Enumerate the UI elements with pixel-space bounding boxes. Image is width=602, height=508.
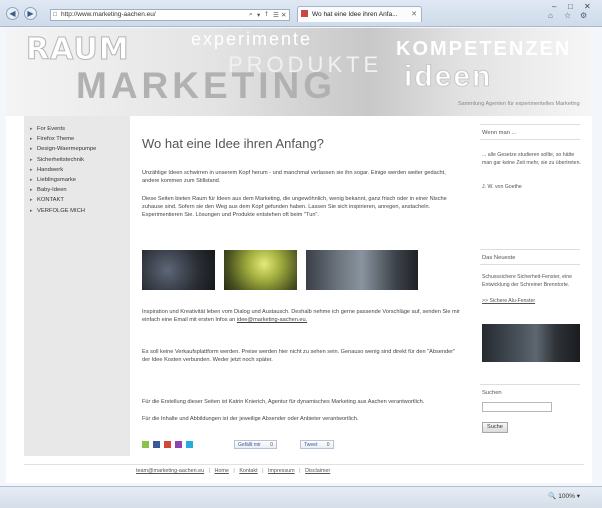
quote-text: ... alle Gesetze studieren sollte, so hä…	[482, 152, 581, 166]
content-responsibility-paragraph: Für die Inhalte und Abbildungen ist der …	[142, 416, 359, 422]
compat-icon[interactable]: ⭡	[265, 11, 268, 19]
nav-item-firefox-theme[interactable]: Firefox Theme	[30, 136, 130, 146]
minimize-icon[interactable]: –	[552, 2, 556, 11]
contact-email-link[interactable]: idee@marketing-aachen.eu.	[237, 317, 307, 323]
sidebar-divider	[480, 264, 580, 265]
news-link-wrap: >> Sichere Alu-Fenster	[482, 298, 582, 306]
footer-email-link[interactable]: team@marketing-aachen.eu	[136, 468, 204, 474]
search-heading: Suchen	[482, 390, 502, 396]
sidebar-divider	[480, 384, 580, 385]
nav-item-lieblingsmarke[interactable]: Lieblingsmarke	[30, 177, 130, 187]
twitter-icon[interactable]	[186, 441, 193, 448]
like-count: 0	[270, 442, 273, 448]
tweet-label: Tweet	[304, 442, 318, 448]
responsibility-paragraph: Für die Erstellung dieser Seiten ist Kat…	[142, 399, 425, 405]
footer-link-kontakt[interactable]: Kontakt	[239, 468, 257, 474]
banner-raum: RAUM	[26, 32, 130, 68]
stop-icon[interactable]: ✕	[281, 11, 286, 19]
banner-experimente: experimente	[191, 29, 313, 49]
photo-window	[306, 250, 418, 290]
zoom-value: 100%	[558, 493, 575, 500]
forward-arrow-icon[interactable]: ▶	[24, 7, 37, 20]
footer-separator: |	[208, 468, 211, 474]
page-icon: □	[53, 11, 57, 18]
favorites-star-icon[interactable]: ☆	[564, 11, 571, 20]
search-input[interactable]	[482, 402, 552, 412]
dropdown-icon[interactable]: ▾	[257, 11, 260, 19]
facebook-icon[interactable]	[153, 441, 160, 448]
close-window-icon[interactable]: ✕	[584, 2, 591, 11]
contact-paragraph: Inspiration und Kreativität leben vom Di…	[142, 308, 462, 324]
footer-separator: |	[233, 468, 235, 474]
news-heading: Das Neueste	[482, 255, 516, 261]
nav-item-handwerk[interactable]: Handwerk	[30, 167, 130, 177]
browser-tab[interactable]: Wo hat eine Idee ihren Anfa... ✕	[297, 6, 422, 22]
banner-tagline: Sammlung Agenten für experimentelles Mar…	[458, 101, 580, 107]
nav-item-sicherheitstechnik[interactable]: Sicherheitstechnik	[30, 157, 130, 167]
nav-item-baby-ideen[interactable]: Baby-Ideen	[30, 187, 130, 197]
nav-item-verfolge-mich[interactable]: VERFOLGE MICH	[30, 208, 130, 218]
search-icon[interactable]: ⌕	[249, 11, 253, 19]
quote-heading: Wenn man ...	[482, 130, 517, 136]
sidebar-divider	[480, 249, 580, 250]
right-sidebar: Wenn man ... ... alle Gesetze studieren …	[476, 116, 586, 456]
no-sales-paragraph: Es soll keine Verkaufsplattform werden. …	[142, 349, 456, 364]
facebook-like-button[interactable]: Gefällt mir 0	[234, 440, 277, 449]
share-icon[interactable]	[142, 441, 149, 448]
zoom-icon: 🔍	[548, 493, 557, 500]
favicon-icon	[301, 10, 308, 17]
nav-item-kontakt[interactable]: KONTAKT	[30, 197, 130, 207]
address-bar[interactable]: □ http://www.marketing-aachen.eu/ ⌕ ▾ ⭡ …	[50, 9, 290, 21]
footer-separator: |	[262, 468, 264, 474]
footer-link-disclaimer[interactable]: Disclaimer	[305, 468, 330, 474]
banner-kompetenzen: KOMPETENZEN	[396, 38, 572, 60]
tab-title: Wo hat eine Idee ihren Anfa...	[312, 11, 398, 18]
tweet-count: 0	[326, 442, 330, 448]
google-icon[interactable]	[164, 441, 171, 448]
footer-divider	[24, 464, 584, 465]
news-link[interactable]: >> Sichere Alu-Fenster	[482, 298, 535, 304]
footer-link-home[interactable]: Home	[215, 468, 229, 474]
zoom-level[interactable]: 🔍 100% ▾	[548, 492, 580, 500]
myspace-icon[interactable]	[175, 441, 182, 448]
status-bar: 🔍 100% ▾	[0, 486, 602, 508]
maximize-icon[interactable]: □	[568, 2, 573, 11]
like-label: Gefällt mir	[238, 442, 261, 448]
page-viewport: RAUM experimente PRODUKTE MARKETING KOMP…	[6, 28, 592, 483]
sidebar-divider	[480, 139, 580, 140]
nav-item-design-waermepumpe[interactable]: Design-Waermepumpe	[30, 146, 130, 156]
news-photo	[482, 324, 580, 362]
description-paragraph: Diese Seiten bieten Raum für Ideen aus d…	[142, 196, 447, 219]
address-url: http://www.marketing-aachen.eu/	[61, 11, 156, 18]
tweet-button[interactable]: Tweet 0	[300, 440, 334, 449]
nav-item-for-events[interactable]: For Events	[30, 126, 130, 136]
footer: team@marketing-aachen.eu | Home | Kontak…	[136, 468, 330, 480]
photo-smartphones	[142, 250, 215, 290]
footer-separator: |	[299, 468, 301, 474]
tab-close-icon[interactable]: ✕	[411, 10, 417, 18]
header-banner: RAUM experimente PRODUKTE MARKETING KOMP…	[6, 28, 592, 116]
home-icon[interactable]: ⌂	[548, 11, 553, 20]
main-content: Wo hat eine Idee ihren Anfang? Unzählige…	[136, 116, 470, 461]
zoom-dropdown-icon: ▾	[576, 493, 580, 500]
banner-ideen: ideen	[403, 60, 493, 94]
settings-gear-icon[interactable]: ⚙	[580, 11, 587, 20]
refresh-icon[interactable]: ☰	[273, 11, 279, 19]
sidebar-divider	[480, 124, 580, 125]
search-button[interactable]: Suche	[482, 422, 508, 433]
photo-concert	[224, 250, 297, 290]
intro-paragraph: Unzählige Ideen schwirren in unserem Kop…	[142, 170, 446, 185]
back-arrow-icon[interactable]: ◀	[6, 7, 19, 20]
footer-link-impressum[interactable]: Impressum	[268, 468, 295, 474]
page-title: Wo hat eine Idee ihren Anfang?	[142, 136, 324, 151]
banner-marketing: MARKETING	[76, 65, 337, 106]
browser-toolbar: ◀ ▶ □ http://www.marketing-aachen.eu/ ⌕ …	[0, 0, 602, 27]
news-text: Schusssichere Sicherheit-Fenster, eine E…	[482, 274, 572, 288]
quote-author: J. W. von Goethe	[482, 184, 522, 190]
left-navigation: For Events Firefox Theme Design-Waermepu…	[24, 116, 130, 456]
